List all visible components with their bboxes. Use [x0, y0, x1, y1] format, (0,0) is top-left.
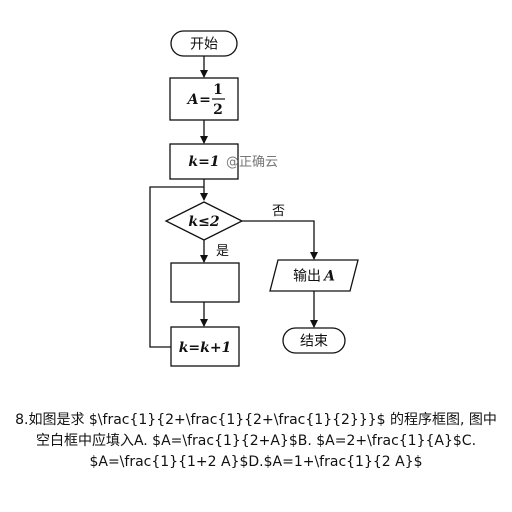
condition-label: k≤2 [188, 214, 219, 230]
start-label: 开始 [190, 37, 218, 53]
init-a-variable: A [186, 92, 199, 108]
arrow-condition-no [242, 220, 318, 260]
output-word: 输出 [293, 269, 321, 285]
flowchart: 开始 A = 1 2 k=1 @正确云 k≤2 否 是 k=k+1 输出 A 结… [149, 30, 359, 367]
increment-label: k=k+1 [179, 340, 232, 356]
end-node: 结束 [282, 327, 346, 354]
output-variable: A [322, 269, 335, 285]
condition-node: k≤2 [164, 201, 244, 241]
increment-node: k=k+1 [170, 326, 240, 367]
question-line-1: 8.如图是求 $\frac{1}{2+\frac{1}{2+\frac{1}{2… [15, 412, 497, 428]
watermark: @正确云 [226, 155, 278, 170]
output-label: 输出 A [293, 269, 335, 285]
init-k-label: k=1 [188, 154, 219, 170]
no-label: 否 [272, 204, 285, 219]
question-line-3: $A=\frac{1}{1+2 A}$D.$A=1+\frac{1}{2 A}$ [89, 454, 423, 470]
blank-process-box [170, 262, 240, 303]
end-label: 结束 [300, 334, 328, 350]
start-node: 开始 [170, 30, 238, 57]
init-a-numerator: 1 [213, 82, 223, 98]
question-text: 8.如图是求 $\frac{1}{2+\frac{1}{2+\frac{1}{2… [14, 410, 498, 473]
init-a-equals: = [199, 92, 211, 108]
init-a-node: A = 1 2 [169, 77, 239, 121]
yes-label: 是 [216, 244, 229, 259]
output-node: 输出 A [269, 259, 359, 292]
init-a-denominator: 2 [213, 102, 223, 118]
question-line-2: 空白框中应填入A. $A=\frac{1}{2+A}$B. $A=2+\frac… [35, 433, 477, 449]
